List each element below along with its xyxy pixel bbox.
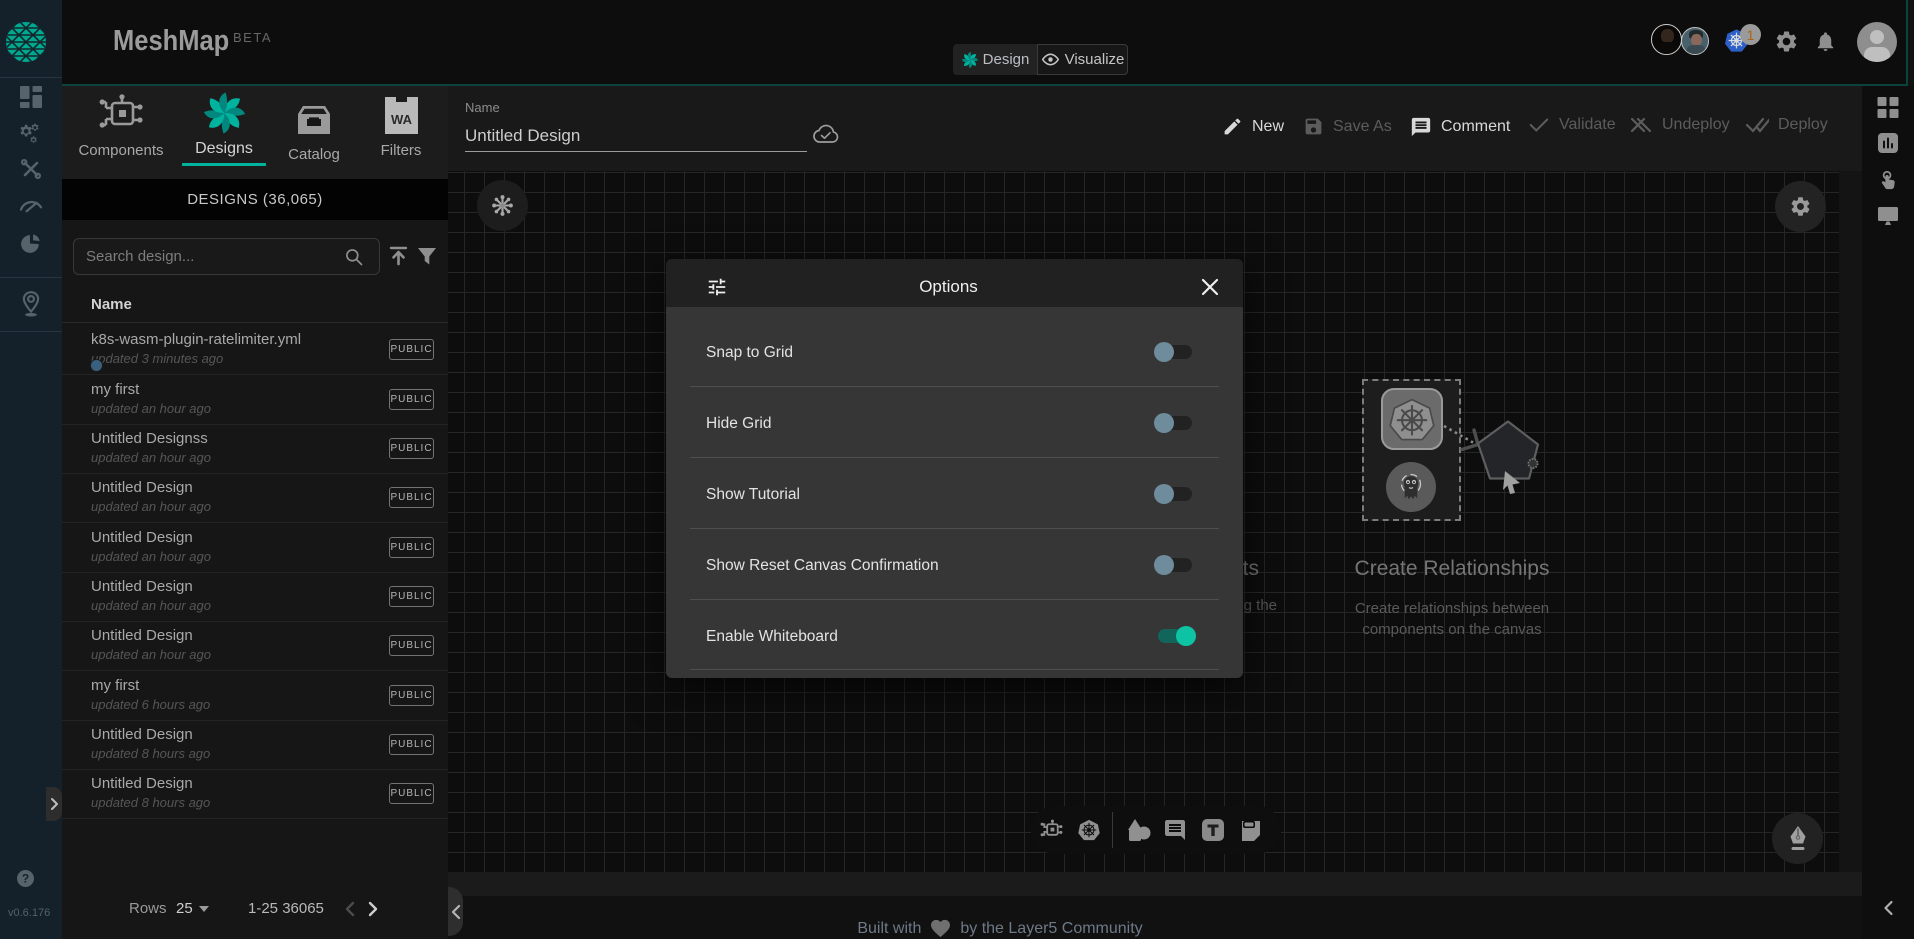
svg-text:WA: WA xyxy=(391,112,413,127)
svg-text:?: ? xyxy=(22,872,29,886)
